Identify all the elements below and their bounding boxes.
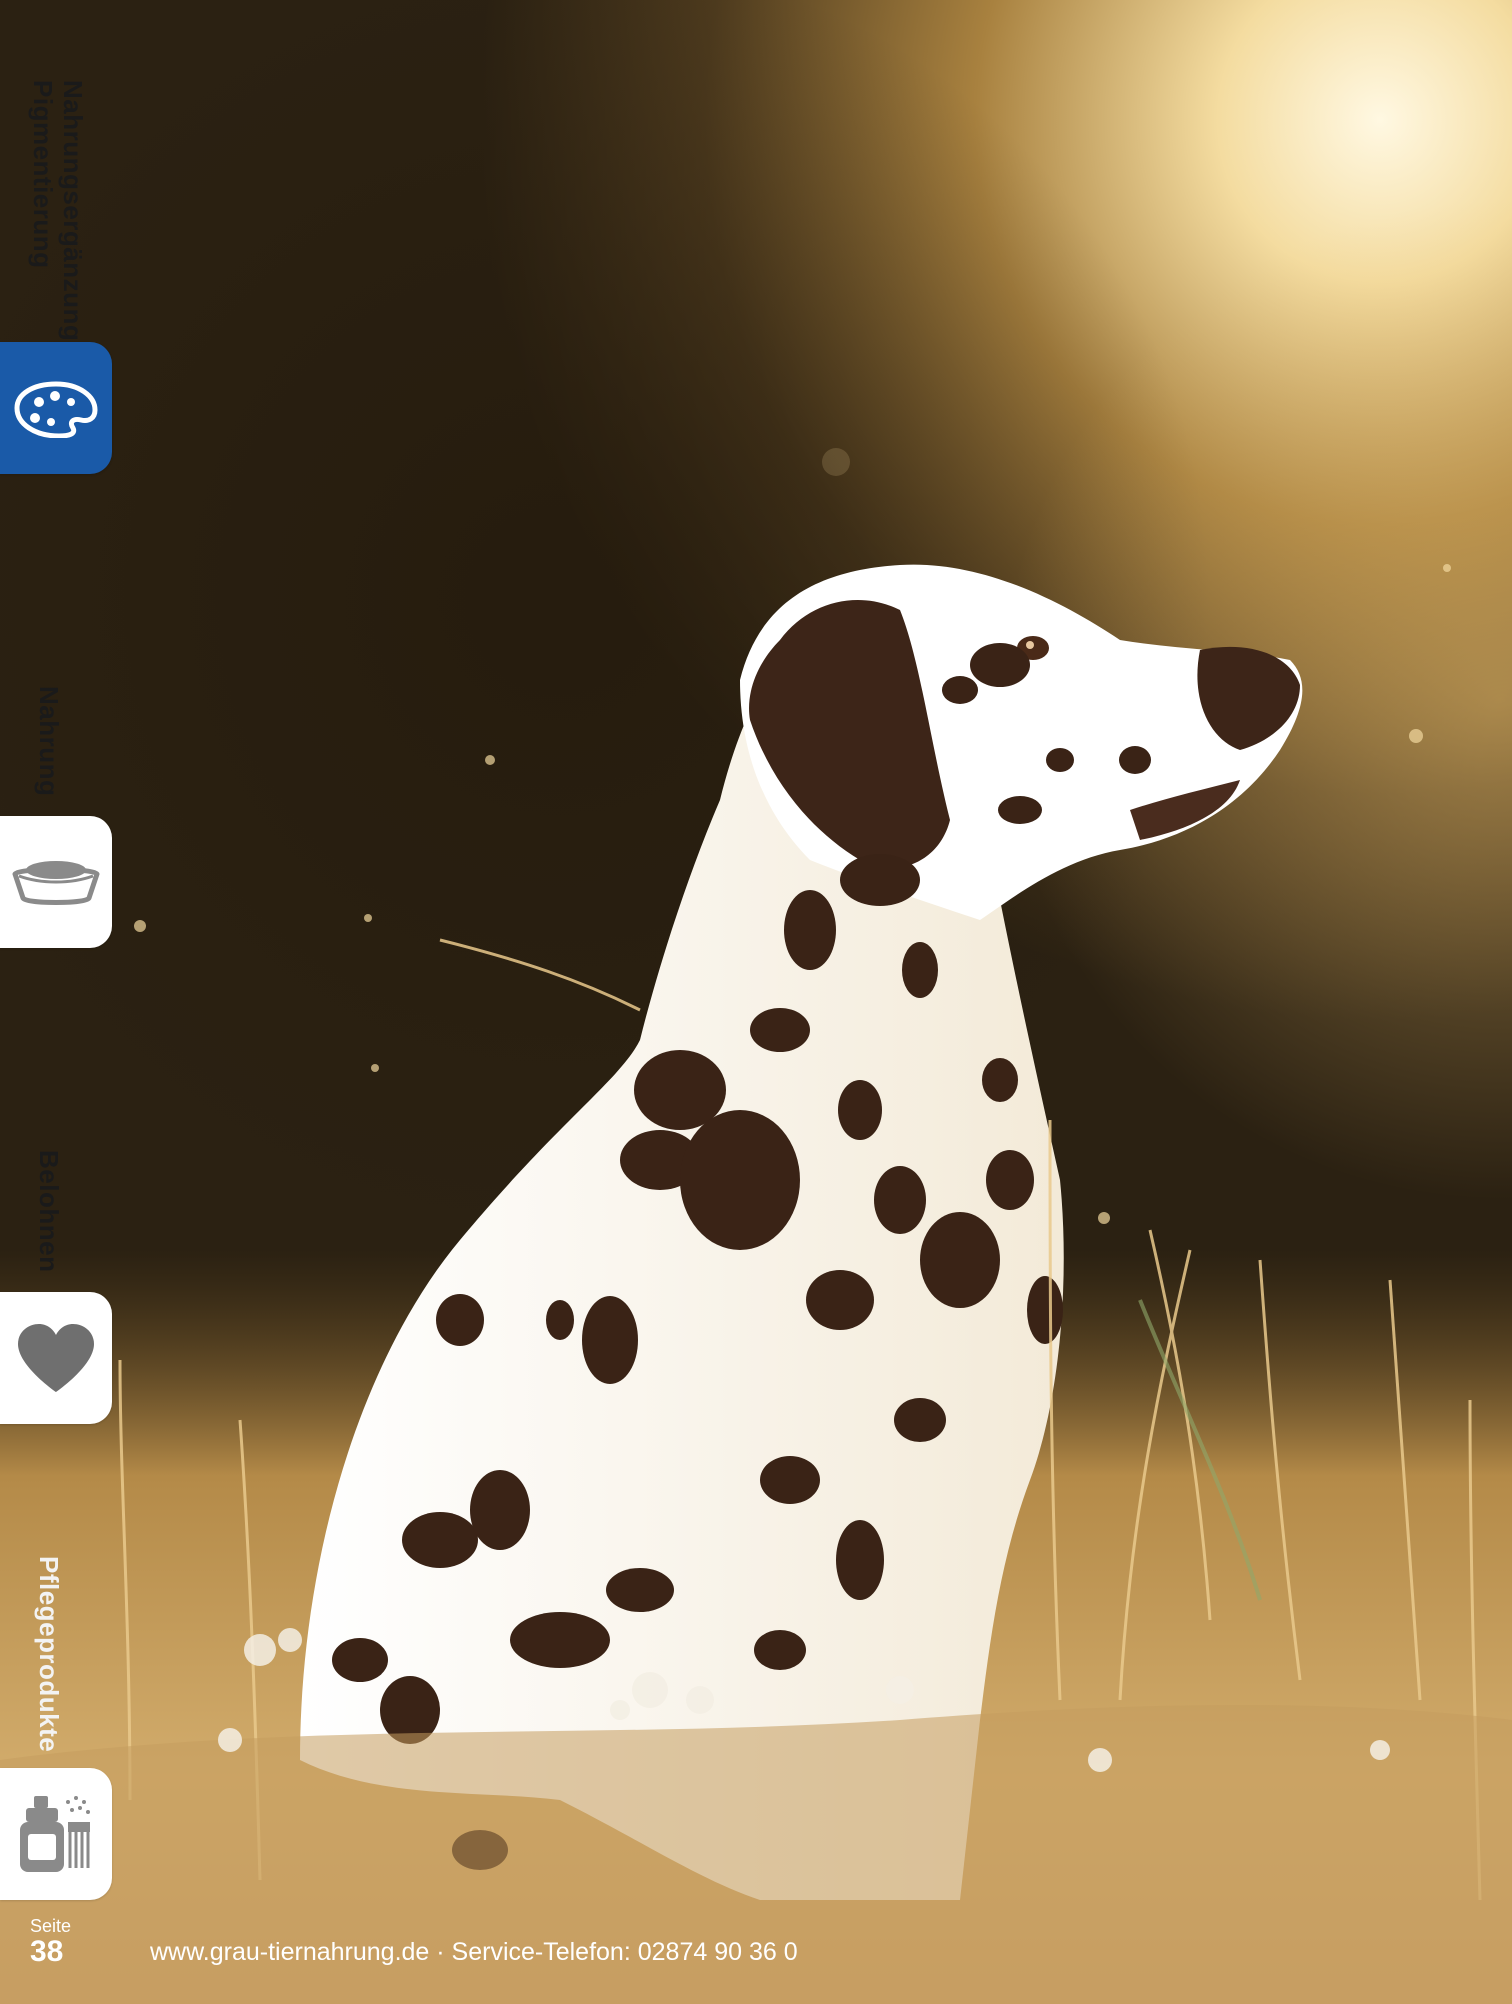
page-number-block: Seite 38 (30, 1916, 71, 1968)
footer-contact-line[interactable]: www.grau-tiernahrung.de · Service-Telefo… (150, 1938, 798, 1967)
tab-label-line-2: Pigmentierung (28, 80, 58, 269)
page-label: Seite (30, 1916, 72, 1936)
tab-belohnen[interactable] (0, 1292, 112, 1424)
tab-label-line-1: Nahrungsergänzung (58, 80, 88, 342)
palette-icon (14, 381, 98, 438)
tab-pflegeprodukte[interactable] (0, 1768, 112, 1900)
grooming-products-icon (20, 1796, 90, 1872)
hero-photo-dalmatian (0, 0, 1512, 2004)
tab-label-pflegeprodukte[interactable]: Pflegeprodukte (34, 1556, 64, 1752)
tab-label-text: Belohnen (34, 1150, 64, 1273)
tab-nahrung[interactable] (0, 816, 112, 948)
tab-label-nahrung[interactable]: Nahrung (34, 686, 64, 796)
tab-nahrungsergaenzung[interactable] (0, 342, 112, 474)
food-bowl-icon (12, 861, 100, 905)
tab-label-belohnen[interactable]: Belohnen (34, 1150, 64, 1272)
tab-label-nahrungsergaenzung[interactable]: Nahrungsergänzung Pigmentierung (28, 80, 88, 341)
heart-icon (18, 1324, 94, 1392)
tab-label-text: Pflegeprodukte (34, 1556, 64, 1753)
tab-label-text: Nahrung (34, 686, 64, 797)
page-number: 38 (30, 1935, 64, 1968)
section-tab-navigation: Nahrungsergänzung Pigmentierung Nahrung … (0, 0, 120, 2004)
